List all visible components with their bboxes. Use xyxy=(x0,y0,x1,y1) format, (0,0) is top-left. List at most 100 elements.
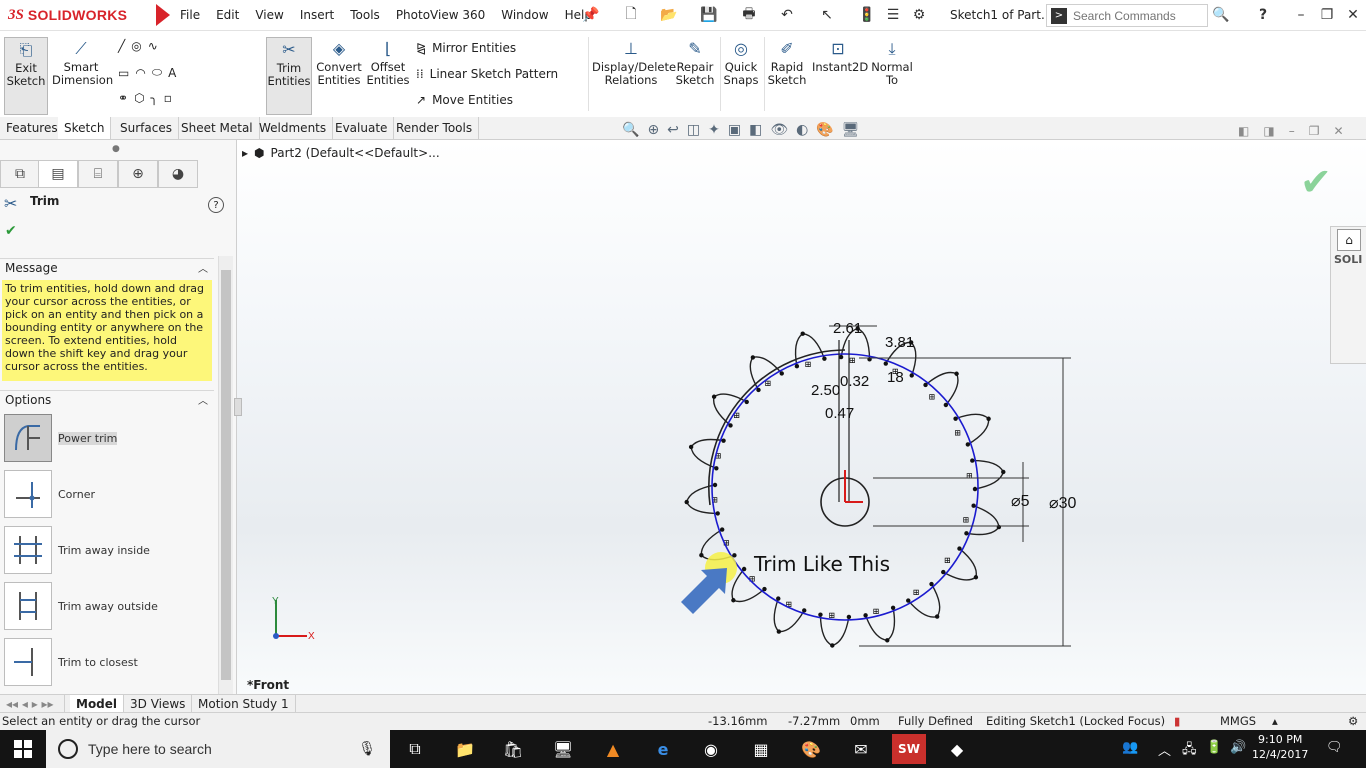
sketch-point[interactable] xyxy=(741,566,747,572)
sketch-canvas[interactable]: ⊞⊞⊞⊞⊞⊞⊞⊞⊞⊞⊞⊞⊞⊞⊞⊞⊞⊞ 2.61 3.81 2.50 0.32 1… xyxy=(237,140,1366,695)
dim-2-61[interactable]: 2.61 xyxy=(833,320,862,337)
normal-to-button[interactable]: ⤓ Normal To xyxy=(868,37,916,87)
sketch-point[interactable] xyxy=(732,553,737,558)
tab-evaluate[interactable]: Evaluate xyxy=(329,117,395,139)
sketch-point[interactable] xyxy=(883,361,888,366)
select-icon[interactable]: ↖ xyxy=(818,6,836,24)
undo-icon[interactable]: ↶ xyxy=(778,6,796,24)
option-trim-away-inside[interactable]: Trim away inside xyxy=(4,526,150,574)
option-power-trim[interactable]: Power trim xyxy=(4,414,118,462)
sketch-point[interactable] xyxy=(800,331,805,336)
sketch-point[interactable] xyxy=(964,531,969,536)
close-icon[interactable]: ✕ xyxy=(1344,6,1362,24)
message-section-header[interactable]: Message ︿ xyxy=(0,258,214,276)
sketch-point[interactable] xyxy=(929,581,934,587)
app-taskbar-icon[interactable]: ◆ xyxy=(942,734,972,764)
tab-model[interactable]: Model xyxy=(70,695,125,712)
chrome-icon[interactable]: ◉ xyxy=(696,734,726,764)
status-units[interactable]: MMGS xyxy=(1220,714,1256,728)
collapse-chevron-icon[interactable]: ︿ xyxy=(198,392,208,407)
view-settings-icon[interactable]: 🖥 xyxy=(842,122,860,138)
sketch-point[interactable] xyxy=(906,598,911,603)
trim-entities-button[interactable]: ✂ Trim Entities xyxy=(266,37,312,115)
sketch-point[interactable] xyxy=(688,444,694,450)
repair-sketch-button[interactable]: ✎ Repair Sketch xyxy=(674,37,716,87)
sketch-point[interactable] xyxy=(923,382,928,388)
collapse-chevron-icon[interactable]: ︿ xyxy=(198,260,208,275)
action-center-icon[interactable]: 🗨 xyxy=(1326,740,1343,755)
options-section-header[interactable]: Options ︿ xyxy=(0,390,214,408)
save-icon[interactable]: 💾 xyxy=(700,6,718,24)
network-icon[interactable]: 🖧 xyxy=(1182,740,1197,762)
dim-3-81[interactable]: 3.81 xyxy=(885,334,914,351)
sketch-point[interactable] xyxy=(779,371,784,376)
sketch-point[interactable] xyxy=(909,373,914,378)
hide-show-icon[interactable]: 👁 xyxy=(770,122,788,138)
sketch-point[interactable] xyxy=(818,612,823,617)
text-icon[interactable]: A xyxy=(168,66,176,80)
sketch-point[interactable] xyxy=(762,586,767,592)
paint-icon[interactable]: 🎨 xyxy=(796,734,826,764)
sketch-point[interactable] xyxy=(957,546,962,551)
dim-2-50[interactable]: 2.50 xyxy=(811,382,840,399)
search-commands-box[interactable]: > xyxy=(1046,4,1208,27)
mirror-entities-button[interactable]: ⧎ Mirror Entities xyxy=(416,41,516,55)
people-icon[interactable]: 👥 xyxy=(1122,740,1138,755)
search-commands-input[interactable] xyxy=(1071,7,1205,24)
file-properties-icon[interactable]: ☰ xyxy=(884,6,902,24)
sketch-point[interactable] xyxy=(721,438,726,443)
customize-icon[interactable]: ⚙ xyxy=(1348,714,1358,728)
units-menu-arrow-icon[interactable]: ▴ xyxy=(1272,714,1278,728)
dynamic-annotation-icon[interactable]: ✦ xyxy=(708,122,720,138)
option-trim-away-outside[interactable]: Trim away outside xyxy=(4,582,158,630)
tray-expand-icon[interactable]: ︿ xyxy=(1158,740,1171,759)
ellipse-icon[interactable]: ⬭ xyxy=(152,65,162,80)
menu-insert[interactable]: Insert xyxy=(292,8,342,22)
menu-edit[interactable]: Edit xyxy=(208,8,247,22)
polygon-icon[interactable]: ⬡ xyxy=(134,91,144,105)
sketch-point[interactable] xyxy=(863,613,868,618)
sketch-point[interactable] xyxy=(970,458,975,463)
tab-surfaces[interactable]: Surfaces xyxy=(114,117,179,139)
sketch-point[interactable] xyxy=(715,511,720,516)
solidworks-logo[interactable]: 3S SOLIDWORKS xyxy=(8,4,127,26)
offset-entities-button[interactable]: ⌊ Offset Entities xyxy=(366,37,410,87)
sketch-point[interactable] xyxy=(699,553,704,558)
line-icon[interactable]: ╱ xyxy=(118,39,125,53)
smart-dimension-button[interactable]: ⟋ Smart Dimension xyxy=(52,37,113,87)
menu-window[interactable]: Window xyxy=(493,8,556,22)
display-manager-tab-icon[interactable]: ◕ xyxy=(158,160,198,188)
tab-features[interactable]: Features xyxy=(0,117,65,139)
sketch-point[interactable] xyxy=(744,399,749,405)
minimize-icon[interactable]: – xyxy=(1292,6,1310,24)
sketch-point[interactable] xyxy=(953,416,958,421)
section-view-icon[interactable]: ◫ xyxy=(687,122,700,138)
open-icon[interactable]: 📂 xyxy=(660,6,678,24)
view-orientation-icon[interactable]: ▣ xyxy=(728,122,741,138)
sketch-point[interactable] xyxy=(714,466,719,471)
tile-right-icon[interactable]: ◨ xyxy=(1263,124,1274,138)
arc-icon[interactable]: ◠ xyxy=(135,66,145,80)
spline-icon[interactable]: ∿ xyxy=(148,39,158,53)
sketch-point[interactable] xyxy=(822,356,827,361)
sketch-point[interactable] xyxy=(712,482,718,488)
edge-icon[interactable]: e xyxy=(648,734,678,764)
property-manager-tab-icon[interactable]: ▤ xyxy=(38,160,78,188)
sketch-point[interactable] xyxy=(802,608,807,613)
ok-check-icon[interactable]: ✔ xyxy=(5,223,17,239)
display-style-icon[interactable]: ◧ xyxy=(749,122,762,138)
sketch-point[interactable] xyxy=(846,614,852,620)
display-delete-relations-button[interactable]: ⊥ Display/Delete Relations xyxy=(592,37,676,87)
remote-desktop-icon[interactable]: 🖥 xyxy=(548,734,578,764)
pin-icon[interactable]: 📌 xyxy=(582,6,600,24)
store-icon[interactable]: 🛍 xyxy=(498,734,528,764)
menu-file[interactable]: File xyxy=(172,8,208,22)
sketch-point[interactable] xyxy=(890,605,896,610)
dim-18[interactable]: 18 xyxy=(887,369,904,386)
viewport-restore-icon[interactable]: ❐ xyxy=(1309,124,1320,138)
quick-snaps-button[interactable]: ◎ Quick Snaps xyxy=(722,37,760,87)
sketch-point[interactable] xyxy=(954,371,959,376)
sketch-point[interactable] xyxy=(776,629,782,634)
circle-icon[interactable]: ◎ xyxy=(131,39,141,53)
sketch-point[interactable] xyxy=(941,569,946,575)
